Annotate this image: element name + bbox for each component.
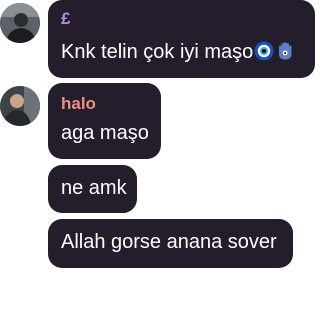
user-avatar-2-icon <box>0 86 40 126</box>
user-avatar-1-icon <box>0 3 40 43</box>
hamsa-icon <box>275 41 295 61</box>
message-author[interactable]: £ <box>61 9 70 29</box>
message-text: Allah gorse anana sover <box>61 231 277 253</box>
avatar-user-2[interactable] <box>0 86 40 126</box>
message-text: ne amk <box>61 177 127 199</box>
message-bubble[interactable]: Allah gorse anana sover <box>48 219 293 268</box>
message-bubble[interactable]: halo aga maşo <box>48 83 161 159</box>
message-bubble[interactable]: £ Knk telin çok iyi maşo <box>48 0 315 78</box>
message-text: aga maşo <box>61 122 149 144</box>
message-author[interactable]: halo <box>61 94 96 114</box>
avatar-user-1[interactable] <box>0 3 40 43</box>
nazar-amulet-icon <box>254 41 274 61</box>
message-text: Knk telin çok iyi maşo <box>61 40 295 64</box>
message-bubble[interactable]: ne amk <box>48 165 137 213</box>
